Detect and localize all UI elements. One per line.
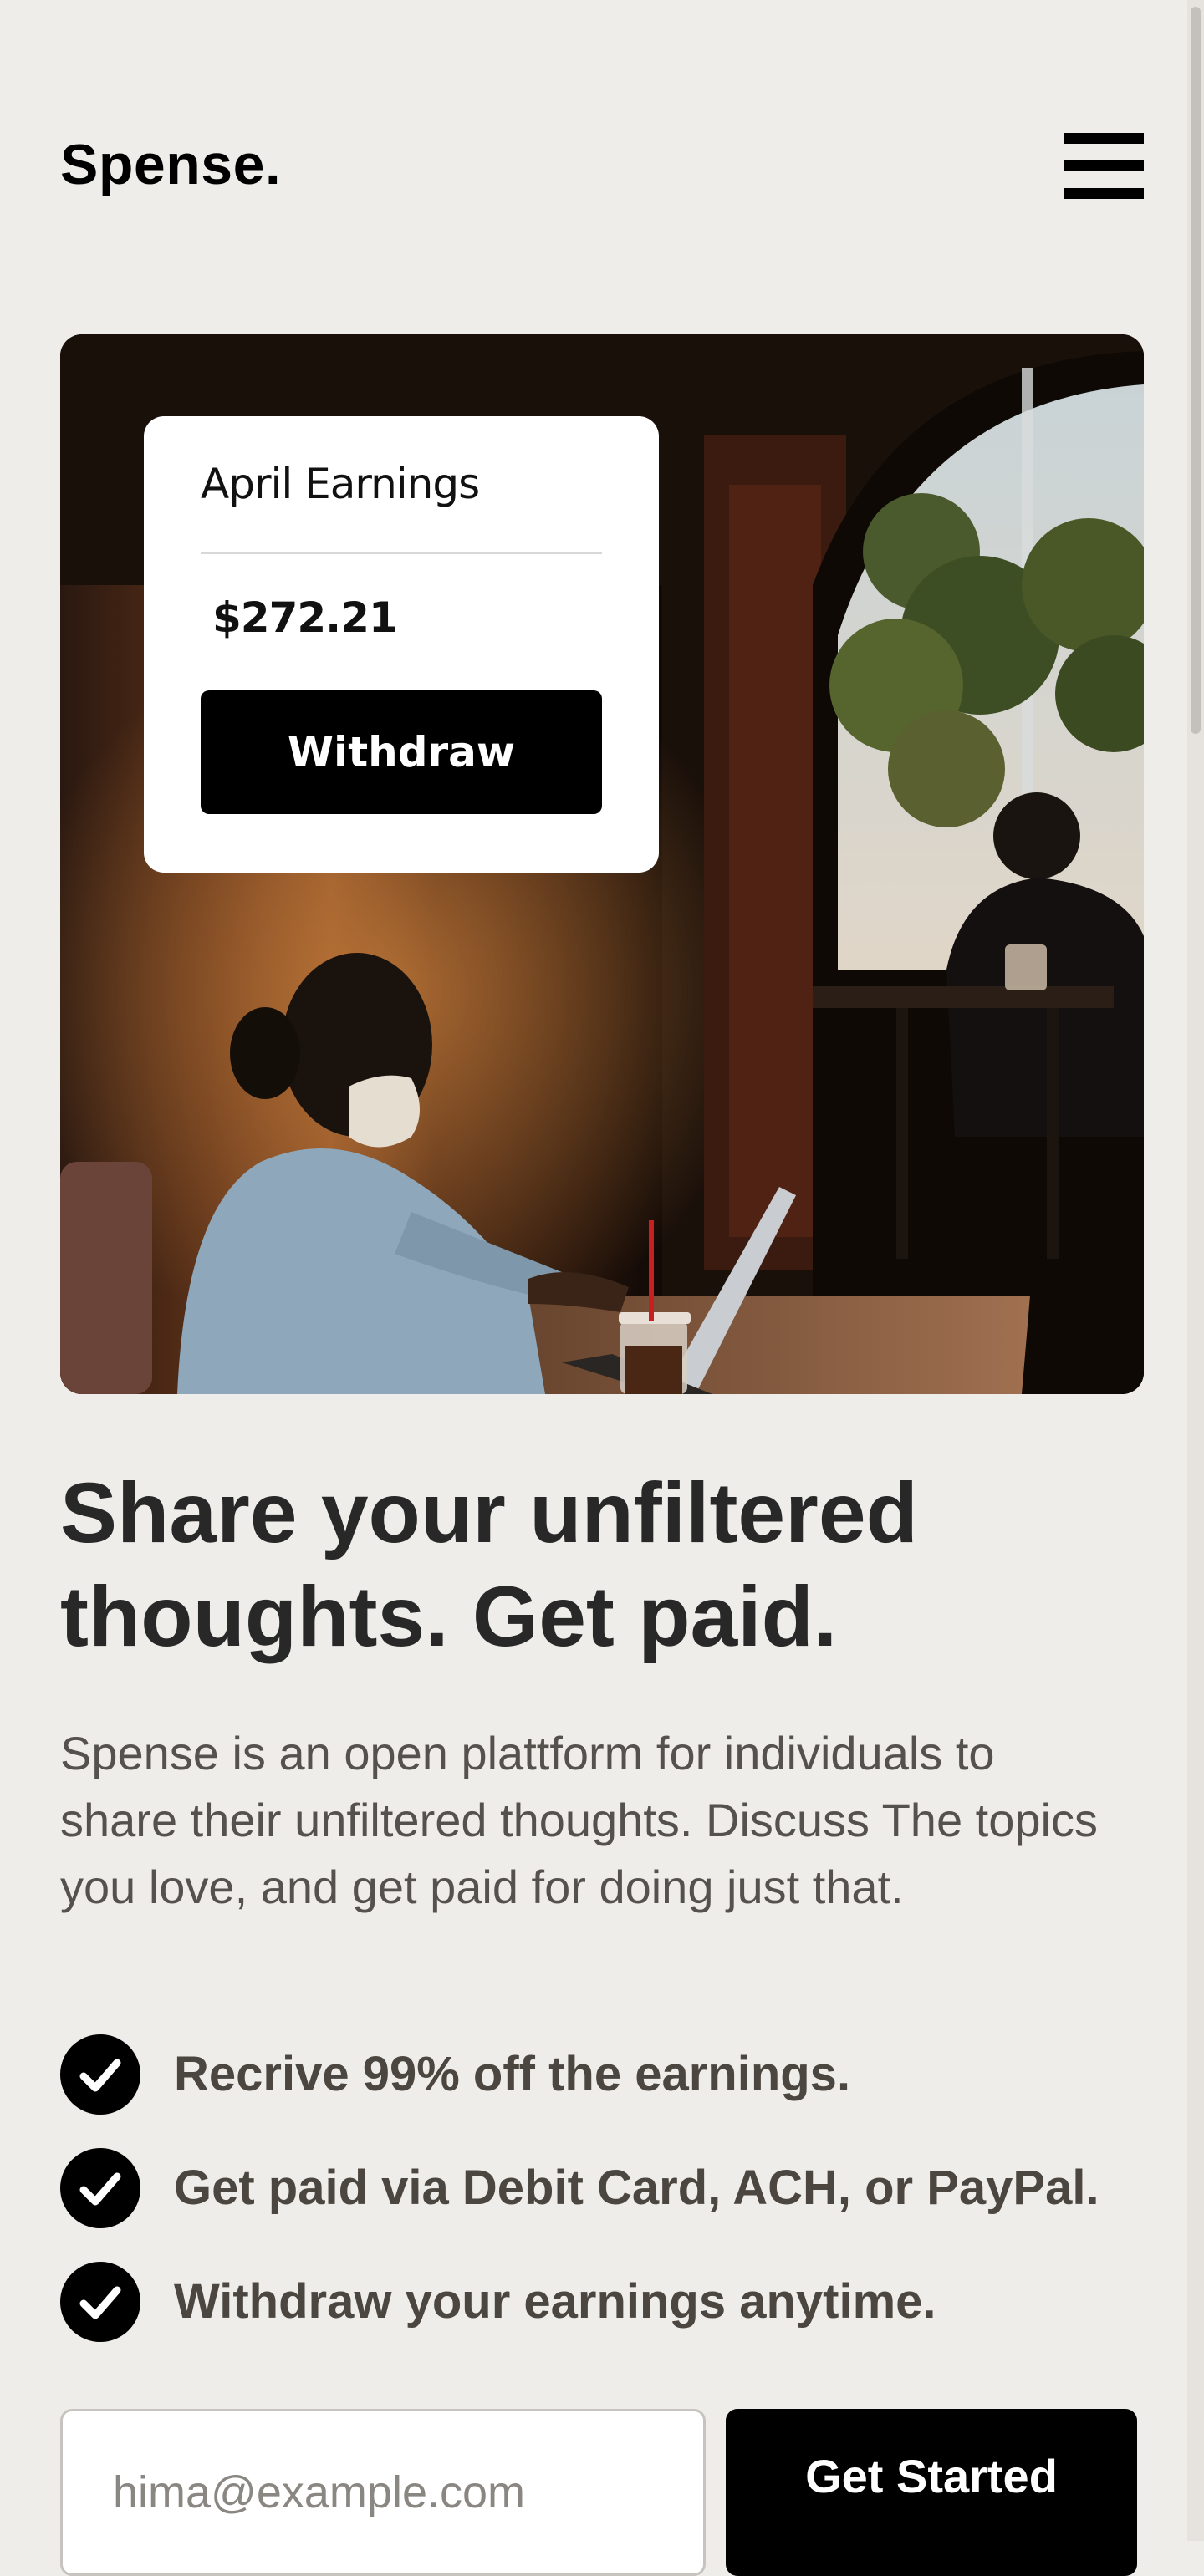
brand-logo[interactable]: Spense. <box>60 132 281 197</box>
scrollbar-thumb[interactable] <box>1191 7 1201 734</box>
email-input[interactable] <box>60 2409 706 2576</box>
earnings-card-title: April Earnings <box>201 460 480 508</box>
feature-item: Get paid via Debit Card, ACH, or PayPal. <box>60 2148 1147 2228</box>
feature-text: Get paid via Debit Card, ACH, or PayPal. <box>174 2161 1099 2215</box>
page-scrollbar[interactable] <box>1187 0 1204 2541</box>
menu-bar <box>1064 133 1144 144</box>
card-divider <box>201 552 602 554</box>
withdraw-button[interactable]: Withdraw <box>201 690 602 814</box>
menu-bar <box>1064 160 1144 171</box>
hamburger-menu-icon[interactable] <box>1064 132 1144 201</box>
page-description: Spense is an open plattform for individu… <box>60 1727 1098 1913</box>
earnings-amount: $272.21 <box>212 593 398 642</box>
check-icon <box>60 2034 140 2115</box>
feature-list: Recrive 99% off the earnings. Get paid v… <box>60 2034 1147 2375</box>
get-started-button[interactable]: Get Started <box>726 2409 1137 2576</box>
landing-page: Spense. April Earnings $272.21 Withdraw … <box>0 0 1204 2576</box>
page-headline: Share your unfiltered thoughts. Get paid… <box>60 1465 918 1664</box>
hero-image: April Earnings $272.21 Withdraw <box>60 334 1144 1394</box>
earnings-card: April Earnings $272.21 Withdraw <box>144 416 659 873</box>
check-icon <box>60 2148 140 2228</box>
feature-text: Recrive 99% off the earnings. <box>174 2047 851 2101</box>
feature-text: Withdraw your earnings anytime. <box>174 2274 936 2329</box>
menu-bar <box>1064 188 1144 199</box>
feature-item: Recrive 99% off the earnings. <box>60 2034 1147 2115</box>
check-icon <box>60 2262 140 2342</box>
feature-item: Withdraw your earnings anytime. <box>60 2262 1147 2342</box>
